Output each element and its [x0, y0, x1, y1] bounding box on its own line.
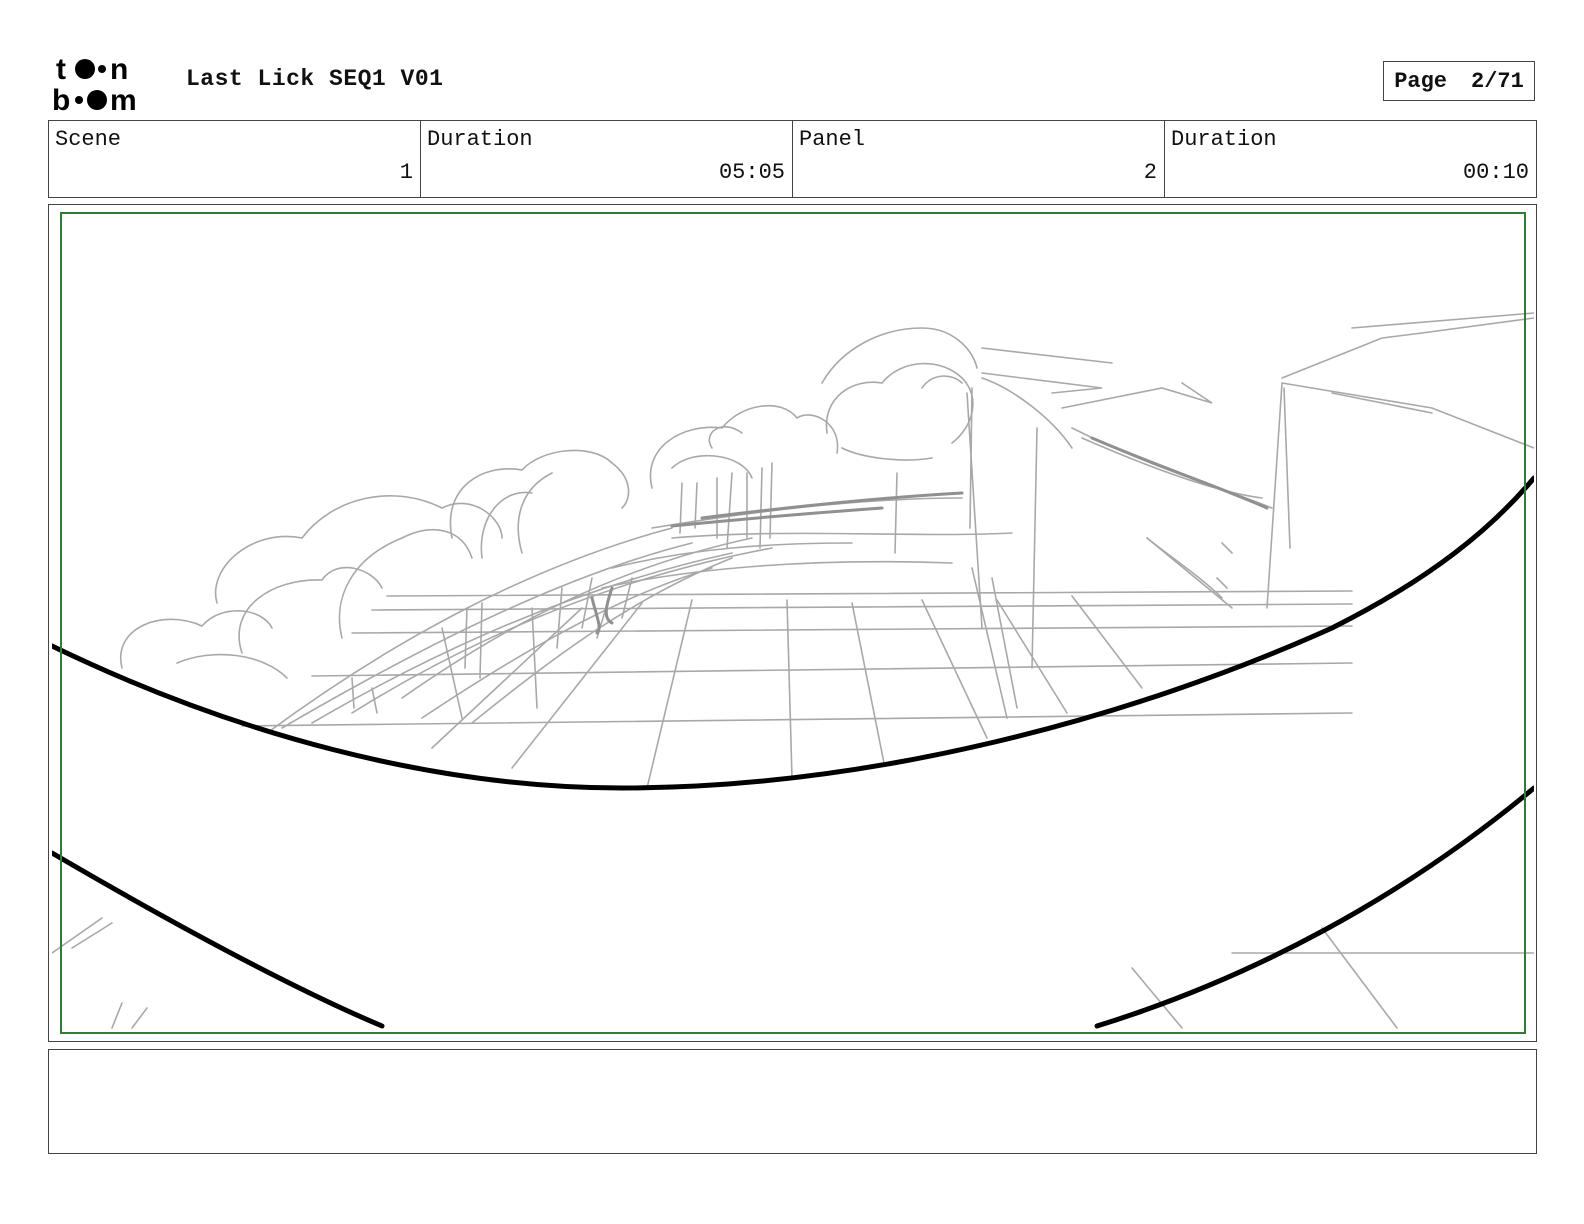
svg-text:t: t [56, 53, 66, 86]
panel-duration-cell: Duration 00:10 [1165, 121, 1536, 197]
page-label: Page [1394, 68, 1447, 94]
panel-duration-value: 00:10 [1462, 160, 1529, 185]
scene-label: Scene [55, 127, 122, 152]
scene-duration-cell: Duration 05:05 [421, 121, 793, 197]
scene-info-table: Scene 1 Duration 05:05 Panel 2 Duration … [48, 120, 1537, 198]
scene-cell: Scene 1 [49, 121, 421, 197]
scene-duration-value: 05:05 [718, 160, 785, 185]
panel-value: 2 [1143, 160, 1157, 185]
caption-box[interactable] [48, 1049, 1537, 1154]
page-indicator: Page 2/71 [1383, 61, 1535, 101]
panel-duration-label: Duration [1171, 127, 1277, 152]
toonboom-logo: t n b m [52, 53, 137, 114]
svg-text:m: m [110, 84, 137, 114]
svg-text:n: n [110, 53, 128, 86]
page-number: 2/71 [1471, 68, 1524, 94]
panel-label: Panel [799, 127, 866, 152]
scene-value: 1 [399, 160, 413, 185]
scene-duration-label: Duration [427, 127, 533, 152]
svg-text:b: b [52, 84, 70, 114]
panel-cell: Panel 2 [793, 121, 1165, 197]
document-title: Last Lick SEQ1 V01 [186, 66, 444, 92]
safe-area-frame [60, 212, 1526, 1034]
